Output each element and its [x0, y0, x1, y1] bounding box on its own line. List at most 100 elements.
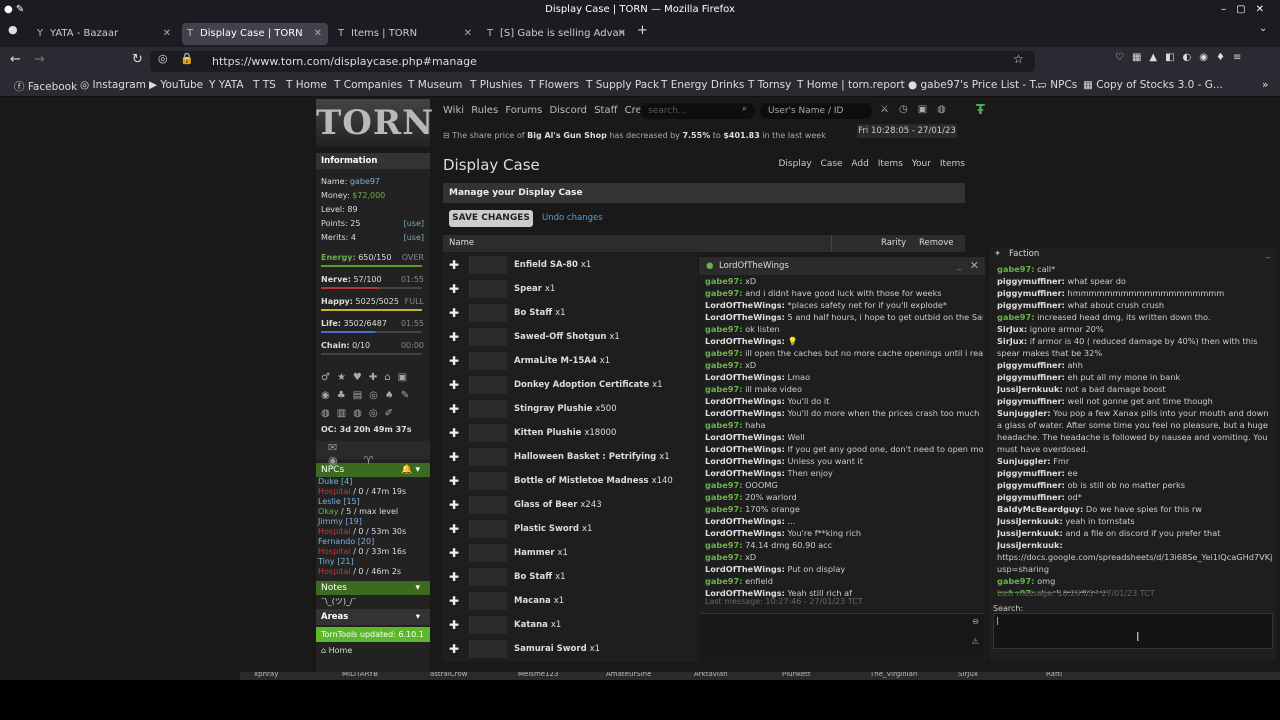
reload-icon[interactable]: ↻ [132, 52, 143, 67]
drag-handle-icon[interactable]: ✚ [449, 421, 459, 445]
chat-sender[interactable]: Sunjuggler: [997, 456, 1051, 466]
chat-sender[interactable]: gabe97: [997, 312, 1034, 322]
chat-sender[interactable]: SirJux: [997, 336, 1027, 346]
chat-sender[interactable]: piggymuffiner: [997, 276, 1065, 286]
drag-handle-icon[interactable]: ✚ [449, 445, 459, 469]
display-item-row[interactable]: ✚ Spear x1 [443, 277, 698, 301]
chat-sender[interactable]: gabe97: [705, 348, 742, 358]
notes-text[interactable]: ¯\_(ツ)_/¯ [316, 595, 430, 609]
chat-sender[interactable]: gabe97: [705, 552, 742, 562]
col-remove[interactable]: Remove [919, 235, 954, 252]
search-icon[interactable]: ⌕ [742, 104, 747, 114]
pocket-icon[interactable]: ● [8, 23, 18, 36]
close-icon[interactable]: ✕ [314, 23, 322, 45]
chat-sender[interactable]: piggymuffiner: [997, 372, 1065, 382]
top-links[interactable]: Wiki Rules Forums Discord Staff Credits [443, 105, 660, 116]
chat-header[interactable]: ● LordOfTheWings _ ✕ [699, 257, 985, 275]
display-item-row[interactable]: ✚ Donkey Adoption Certificate x1 [443, 373, 698, 397]
chat-sender[interactable]: JussiJernkuuk: [997, 528, 1063, 538]
tab-yata[interactable]: Y YATA - Bazaar ✕ [32, 23, 177, 45]
alert-icon[interactable]: ⚠ [972, 635, 979, 647]
drag-handle-icon[interactable]: ✚ [449, 565, 459, 589]
chat-tab[interactable]: MILITARYB [342, 672, 378, 680]
chat-sender[interactable]: JussiJernkuuk: [997, 384, 1063, 394]
chat-tab[interactable]: SirJux [958, 672, 978, 680]
bookmark-item[interactable]: ⓕ Facebook [14, 79, 77, 94]
chat-tab[interactable]: AmateurSine [606, 672, 651, 680]
torntools-update-banner[interactable]: TornTools updated: 6.10.1 [316, 627, 430, 642]
chat-sender[interactable]: gabe97: [705, 360, 742, 370]
drag-handle-icon[interactable]: ✚ [449, 301, 459, 325]
chat-sender[interactable]: Sunjuggler: [997, 408, 1051, 418]
chat-header[interactable]: ✦ Faction _ [989, 247, 1276, 261]
npc-row[interactable]: Jimmy [19] Hospital / 0 / 53m 30s [316, 517, 430, 537]
chat-sender[interactable]: piggymuffiner: [997, 300, 1065, 310]
chat-sender[interactable]: piggymuffiner: [997, 480, 1065, 490]
chat-sender[interactable]: gabe97: [705, 504, 742, 514]
chat-sender[interactable]: BaldyMcBeardguy: [997, 504, 1083, 514]
forward-icon[interactable]: → [34, 52, 45, 67]
drag-handle-icon[interactable]: ✚ [449, 517, 459, 541]
header-icons[interactable]: ⚔◷▣◍ [880, 104, 956, 115]
bell-icon[interactable]: 🔔 ▾ [401, 463, 420, 477]
drag-handle-icon[interactable]: ✚ [449, 469, 459, 493]
npc-name[interactable]: Fernando [20] [318, 537, 374, 546]
drag-handle-icon[interactable]: ✚ [449, 325, 459, 349]
minimize-icon[interactable]: _ [1266, 247, 1270, 261]
close-icon[interactable]: ✕ [970, 257, 979, 275]
drag-handle-icon[interactable]: ✚ [449, 373, 459, 397]
extensions-icons[interactable]: ♡▦▲◧◐◉♦≡ [1115, 52, 1249, 63]
search-input[interactable]: search... [640, 103, 755, 119]
close-icon[interactable]: ✕ [618, 23, 626, 45]
chat-sender[interactable]: LordOfTheWings: [705, 408, 785, 418]
display-case-links[interactable]: Display Case Add Items Your Items [779, 159, 966, 169]
url-bar[interactable]: https://www.torn.com/displaycase.php#man… [150, 51, 1035, 72]
npc-name[interactable]: Duke [4] [318, 477, 352, 486]
chat-sender[interactable]: LordOfTheWings: [705, 336, 785, 346]
chat-sender[interactable]: gabe97: [705, 276, 742, 286]
bookmark-star-icon[interactable]: ☆ [1013, 52, 1024, 66]
drag-handle-icon[interactable]: ✚ [449, 637, 459, 661]
chat-tab[interactable]: Plunkett [782, 672, 811, 680]
npc-name[interactable]: Tiny [21] [318, 557, 354, 566]
torn-logo[interactable]: TORN [316, 99, 433, 147]
chat-sender[interactable]: LordOfTheWings: [705, 564, 785, 574]
chat-sender[interactable]: gabe97: [705, 492, 742, 502]
energy-row[interactable]: Energy: 650/150 OVER [316, 251, 430, 265]
chat-sender[interactable]: gabe97: [705, 288, 742, 298]
tab-items[interactable]: T Items | TORN ✕ [333, 23, 478, 45]
chat-sender[interactable]: gabe97: [705, 480, 742, 490]
bookmark-item[interactable]: T Flowers [529, 79, 579, 91]
life-row[interactable]: Life: 3502/6487 01:55 [316, 317, 430, 331]
chat-input[interactable] [700, 613, 984, 659]
npc-row[interactable]: Fernando [20] Hospital / 0 / 33m 16s [316, 537, 430, 557]
chat-sender[interactable]: LordOfTheWings: [705, 432, 785, 442]
chat-sender[interactable]: SirJux: [997, 324, 1027, 334]
close-icon[interactable]: ✕ [163, 23, 171, 45]
bookmark-item[interactable]: Y YATA [209, 79, 244, 91]
chat-sender[interactable]: gabe97: [997, 576, 1034, 586]
chat-sender[interactable]: gabe97: [705, 540, 742, 550]
chat-tab[interactable]: Meisme123 [518, 672, 558, 680]
chain-row[interactable]: Chain: 0/10 00:00 [316, 339, 430, 353]
bookmark-item[interactable]: T Museum [408, 79, 462, 91]
tab-list-icon[interactable]: ⌄ [1259, 23, 1267, 34]
tab-gabe-selling[interactable]: T [S] Gabe is selling Advan ✕ [482, 23, 632, 45]
player-name[interactable]: gabe97 [350, 177, 380, 186]
npc-row[interactable]: Duke [4] Hospital / 0 / 47m 19s [316, 477, 430, 497]
chat-sender[interactable]: LordOfTheWings: [705, 444, 785, 454]
chat-sender[interactable]: LordOfTheWings: [705, 456, 785, 466]
chat-sender[interactable]: LordOfTheWings: [705, 396, 785, 406]
drag-handle-icon[interactable]: ✚ [449, 397, 459, 421]
bookmark-item[interactable]: T Energy Drinks [661, 79, 744, 91]
chat-sender[interactable]: JussiJernkuuk: [997, 516, 1063, 526]
shield-icon[interactable]: ◎ [158, 52, 168, 65]
chat-sender[interactable]: JussiJernkuuk: [997, 540, 1063, 550]
bookmark-folder[interactable]: ▭ NPCs [1037, 79, 1077, 91]
drag-handle-icon[interactable]: ✚ [449, 589, 459, 613]
display-item-row[interactable]: ✚ Halloween Basket : Petrifying x1 [443, 445, 698, 469]
bookmark-item[interactable]: ▦ Copy of Stocks 3.0 - G... [1083, 79, 1223, 91]
drag-handle-icon[interactable]: ✚ [449, 613, 459, 637]
display-item-row[interactable]: ✚ Stingray Plushie x500 [443, 397, 698, 421]
drag-handle-icon[interactable]: ✚ [449, 541, 459, 565]
